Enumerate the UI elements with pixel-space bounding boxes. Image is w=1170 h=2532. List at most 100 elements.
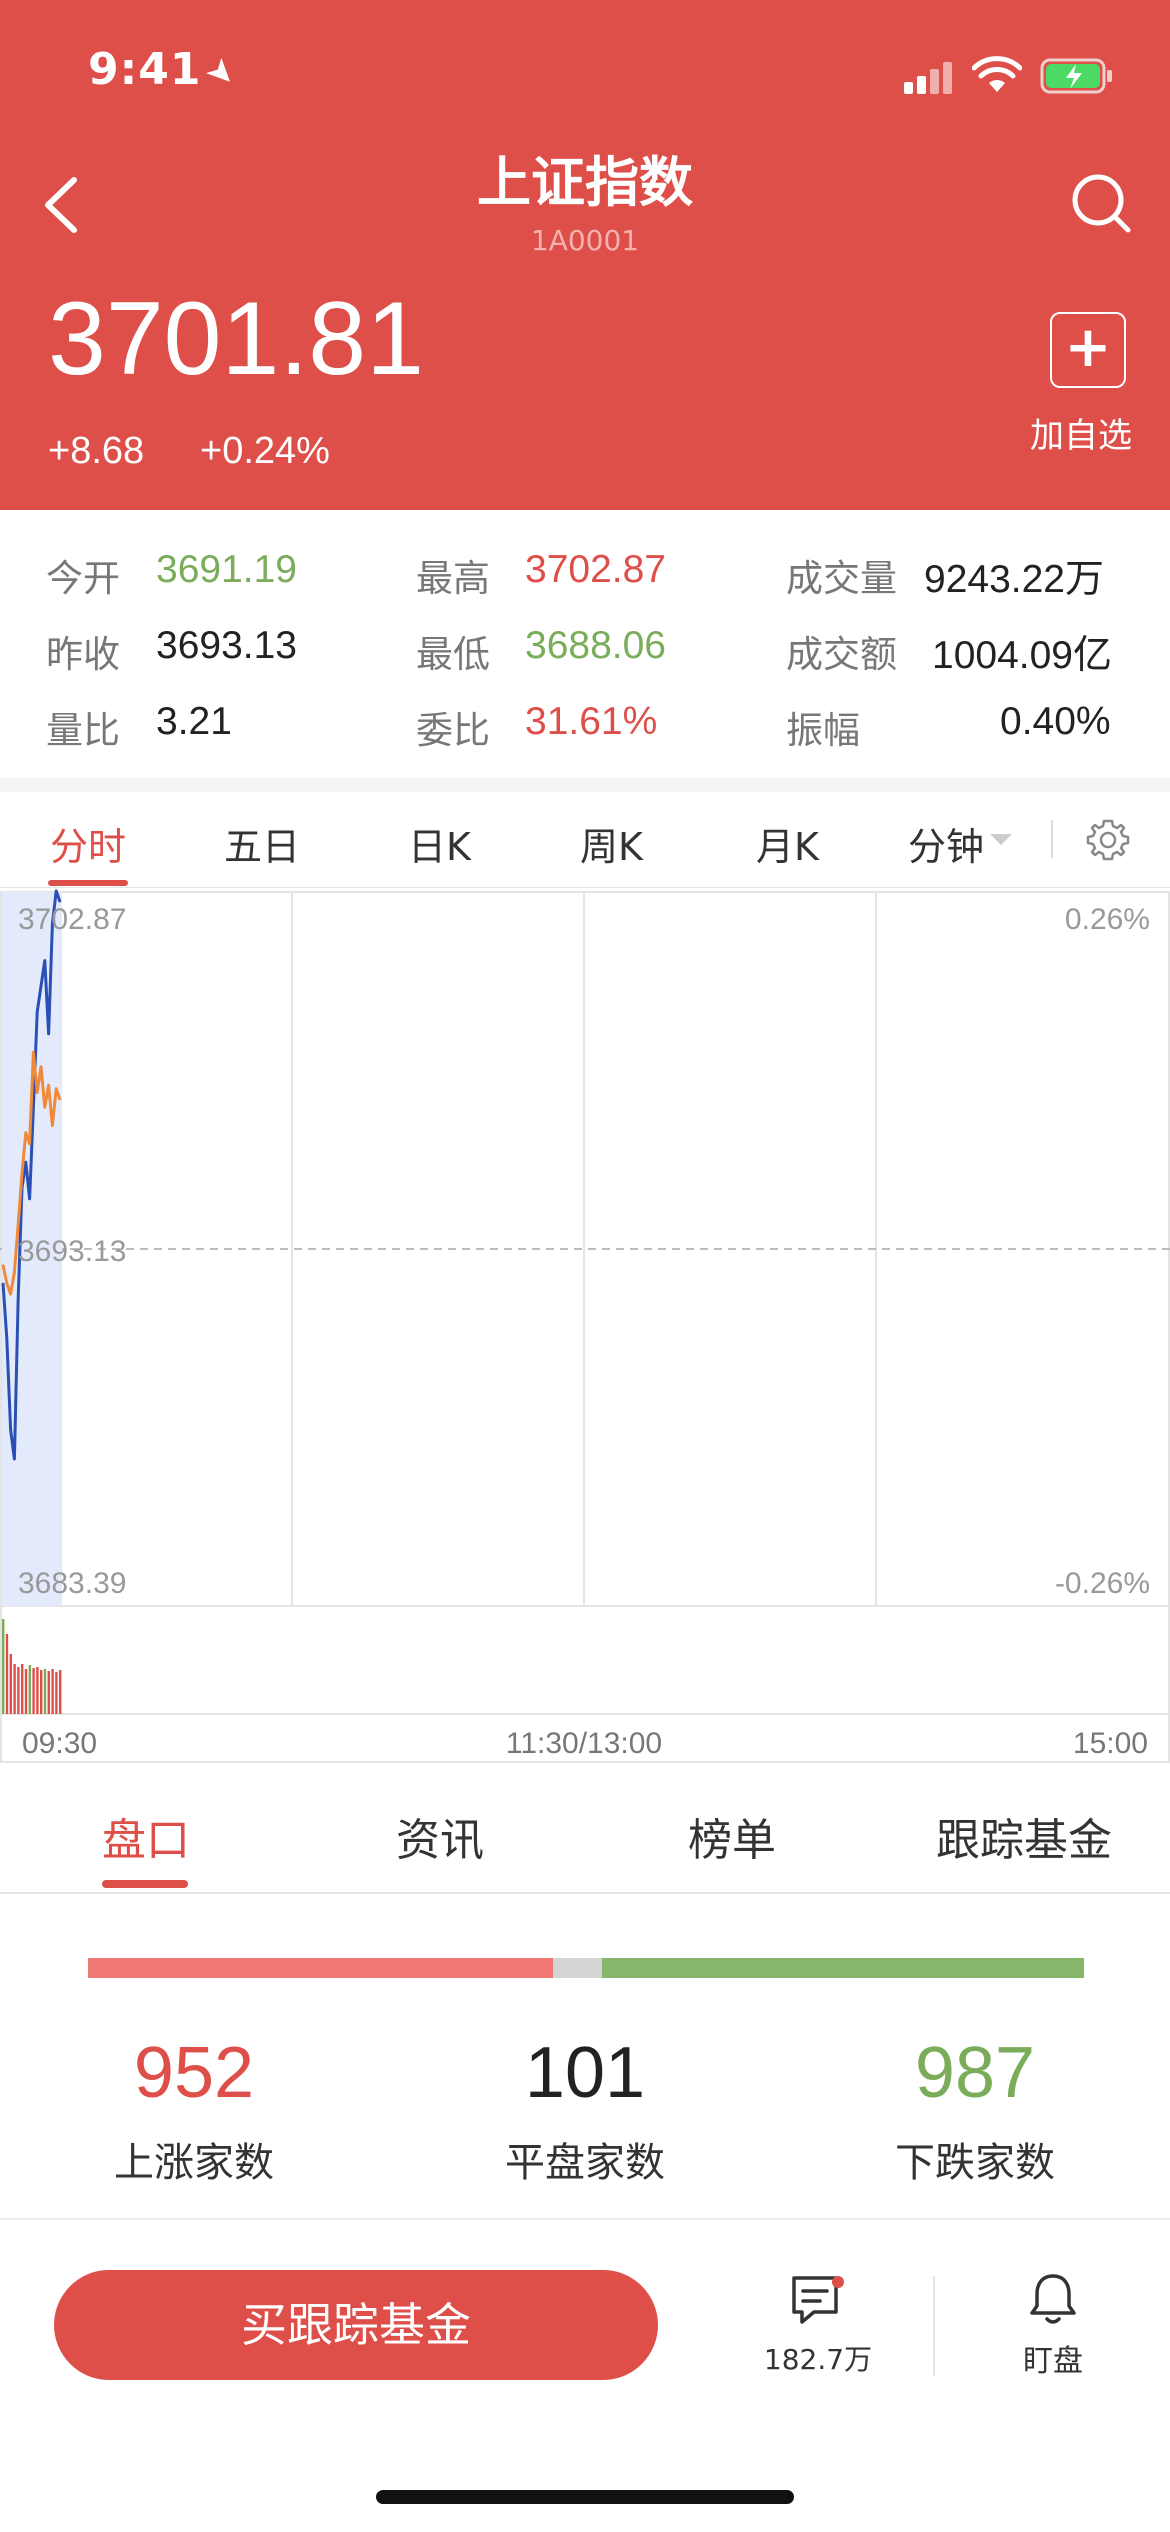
tab-intraday[interactable]: 分时 <box>50 816 126 871</box>
price-point <box>21 1172 23 1174</box>
x-label-midday: 11:30/13:00 <box>506 1727 662 1760</box>
price-point <box>13 1271 15 1273</box>
price-point <box>25 1161 27 1163</box>
volume-bar <box>43 1669 47 1714</box>
comment-icon[interactable] <box>790 2274 846 2326</box>
price-point <box>55 1088 57 1090</box>
home-indicator <box>376 2490 794 2504</box>
tab-weekly-k[interactable]: 周K <box>580 816 643 871</box>
comment-count[interactable]: 182.7万 <box>748 2338 888 2378</box>
up-count: 952 <box>133 2033 255 2113</box>
tab-news[interactable]: 资讯 <box>320 1804 560 1868</box>
wifi-icon <box>972 56 1022 92</box>
price-point <box>51 1124 54 1127</box>
gear-icon[interactable] <box>1086 818 1130 862</box>
section-divider <box>0 2218 1170 2220</box>
quote-header: 9:41➤ 上证指数 1A0001 3701.81 +8.68 +0.24% +… <box>0 0 1170 510</box>
active-tab-indicator <box>102 1880 188 1888</box>
price-point <box>6 1282 8 1284</box>
stat-value-low: 3688.06 <box>525 624 666 667</box>
detail-tabs: 盘口 资讯 榜单 跟踪基金 <box>0 1778 1170 1894</box>
price-point <box>17 1223 19 1225</box>
stock-code: 1A0001 <box>530 224 640 257</box>
stat-value-volume: 9243.22万 <box>924 558 1104 601</box>
x-label-close: 15:00 <box>1073 1727 1148 1760</box>
stat-value-open: 3691.19 <box>156 548 297 591</box>
price-point <box>40 985 42 987</box>
stat-value-high: 3702.87 <box>525 548 666 591</box>
price-point <box>36 1091 38 1094</box>
breadth-flat-segment <box>552 1958 603 1978</box>
price-point <box>10 1293 12 1295</box>
stat-value-volume-ratio: 3.21 <box>156 700 232 743</box>
intraday-chart[interactable]: 3702.87 3693.13 3683.39 0.26% -0.26% 09:… <box>0 888 1170 1778</box>
price-point <box>2 1264 4 1266</box>
watch-label[interactable]: 盯盘 <box>998 2336 1108 2380</box>
volume-bar <box>51 1669 54 1714</box>
breadth-up-segment <box>88 1958 553 1978</box>
battery-icon <box>1040 58 1112 94</box>
add-watchlist-label[interactable]: 加自选 <box>1030 408 1132 457</box>
status-time-text: 9:41 <box>88 44 202 95</box>
price-change-percent: +0.24% <box>200 430 330 472</box>
stat-value-amplitude: 0.40% <box>1000 700 1111 743</box>
stat-label-order-ratio: 委比 <box>416 709 490 752</box>
page-title: 上证指数 <box>477 151 693 214</box>
buy-tracking-fund-button[interactable]: 买跟踪基金 <box>54 2270 658 2380</box>
price-point <box>2 1282 4 1284</box>
current-price: 3701.81 <box>48 281 424 397</box>
y-label-high: 3702.87 <box>18 903 126 936</box>
tab-monthly-k[interactable]: 月K <box>756 816 819 871</box>
price-change: +8.68 <box>48 430 145 472</box>
volume-bar <box>36 1667 39 1714</box>
action-divider <box>933 2276 935 2376</box>
price-point <box>25 1132 27 1134</box>
price-point <box>44 959 46 962</box>
stat-value-turnover: 1004.09亿 <box>932 634 1112 677</box>
volume-bar <box>59 1670 62 1714</box>
tab-five-day[interactable]: 五日 <box>224 816 300 871</box>
volume-bar <box>24 1669 28 1714</box>
down-count: 987 <box>914 2033 1036 2113</box>
active-tab-indicator <box>48 880 128 886</box>
price-point <box>29 1143 31 1145</box>
bell-icon[interactable] <box>1026 2270 1080 2326</box>
price-point <box>48 1033 50 1035</box>
flat-count: 101 <box>524 2033 646 2113</box>
price-point <box>36 1011 38 1013</box>
search-icon[interactable] <box>1066 168 1136 238</box>
price-point <box>32 1106 35 1108</box>
stat-label-prev-close: 昨收 <box>46 633 120 676</box>
chart-period-tabs: 分时 五日 日K 周K 月K 分钟 <box>0 792 1170 888</box>
stat-label-volume-ratio: 量比 <box>46 709 120 752</box>
volume-bar <box>9 1654 12 1714</box>
price-point <box>59 1099 61 1101</box>
price-point <box>10 1429 12 1431</box>
breadth-down-segment <box>602 1958 1084 1978</box>
y-label-pct-low: -0.26% <box>1055 1567 1150 1600</box>
add-watchlist-button[interactable]: + <box>1050 312 1126 388</box>
tab-tracking-funds[interactable]: 跟踪基金 <box>904 1804 1144 1868</box>
stat-value-prev-close: 3693.13 <box>156 624 297 667</box>
volume-bar <box>17 1667 20 1714</box>
price-point <box>29 1198 31 1200</box>
price-point <box>40 1066 42 1068</box>
tab-order-book[interactable]: 盘口 <box>26 1804 266 1868</box>
y-label-low: 3683.39 <box>18 1567 126 1600</box>
section-divider <box>0 778 1170 792</box>
volume-bar <box>28 1665 31 1714</box>
volume-bar <box>5 1634 9 1714</box>
volume-bar <box>2 1619 5 1714</box>
tab-minute[interactable]: 分钟 <box>908 816 984 871</box>
stat-label-high: 最高 <box>416 557 490 600</box>
stat-label-amplitude: 振幅 <box>786 709 860 752</box>
quote-stats: 今开 3691.19 最高 3702.87 成交量 9243.22万 昨收 36… <box>0 510 1170 778</box>
tab-daily-k[interactable]: 日K <box>408 816 471 871</box>
cellular-signal-icon <box>904 62 954 94</box>
volume-bars <box>2 1619 62 1714</box>
price-point <box>13 1458 15 1460</box>
market-breadth-bar <box>88 1958 1084 1978</box>
tab-rankings[interactable]: 榜单 <box>612 1804 852 1868</box>
status-bar-time: 9:41➤ <box>88 44 247 98</box>
down-count-label: 下跌家数 <box>895 2140 1055 2186</box>
